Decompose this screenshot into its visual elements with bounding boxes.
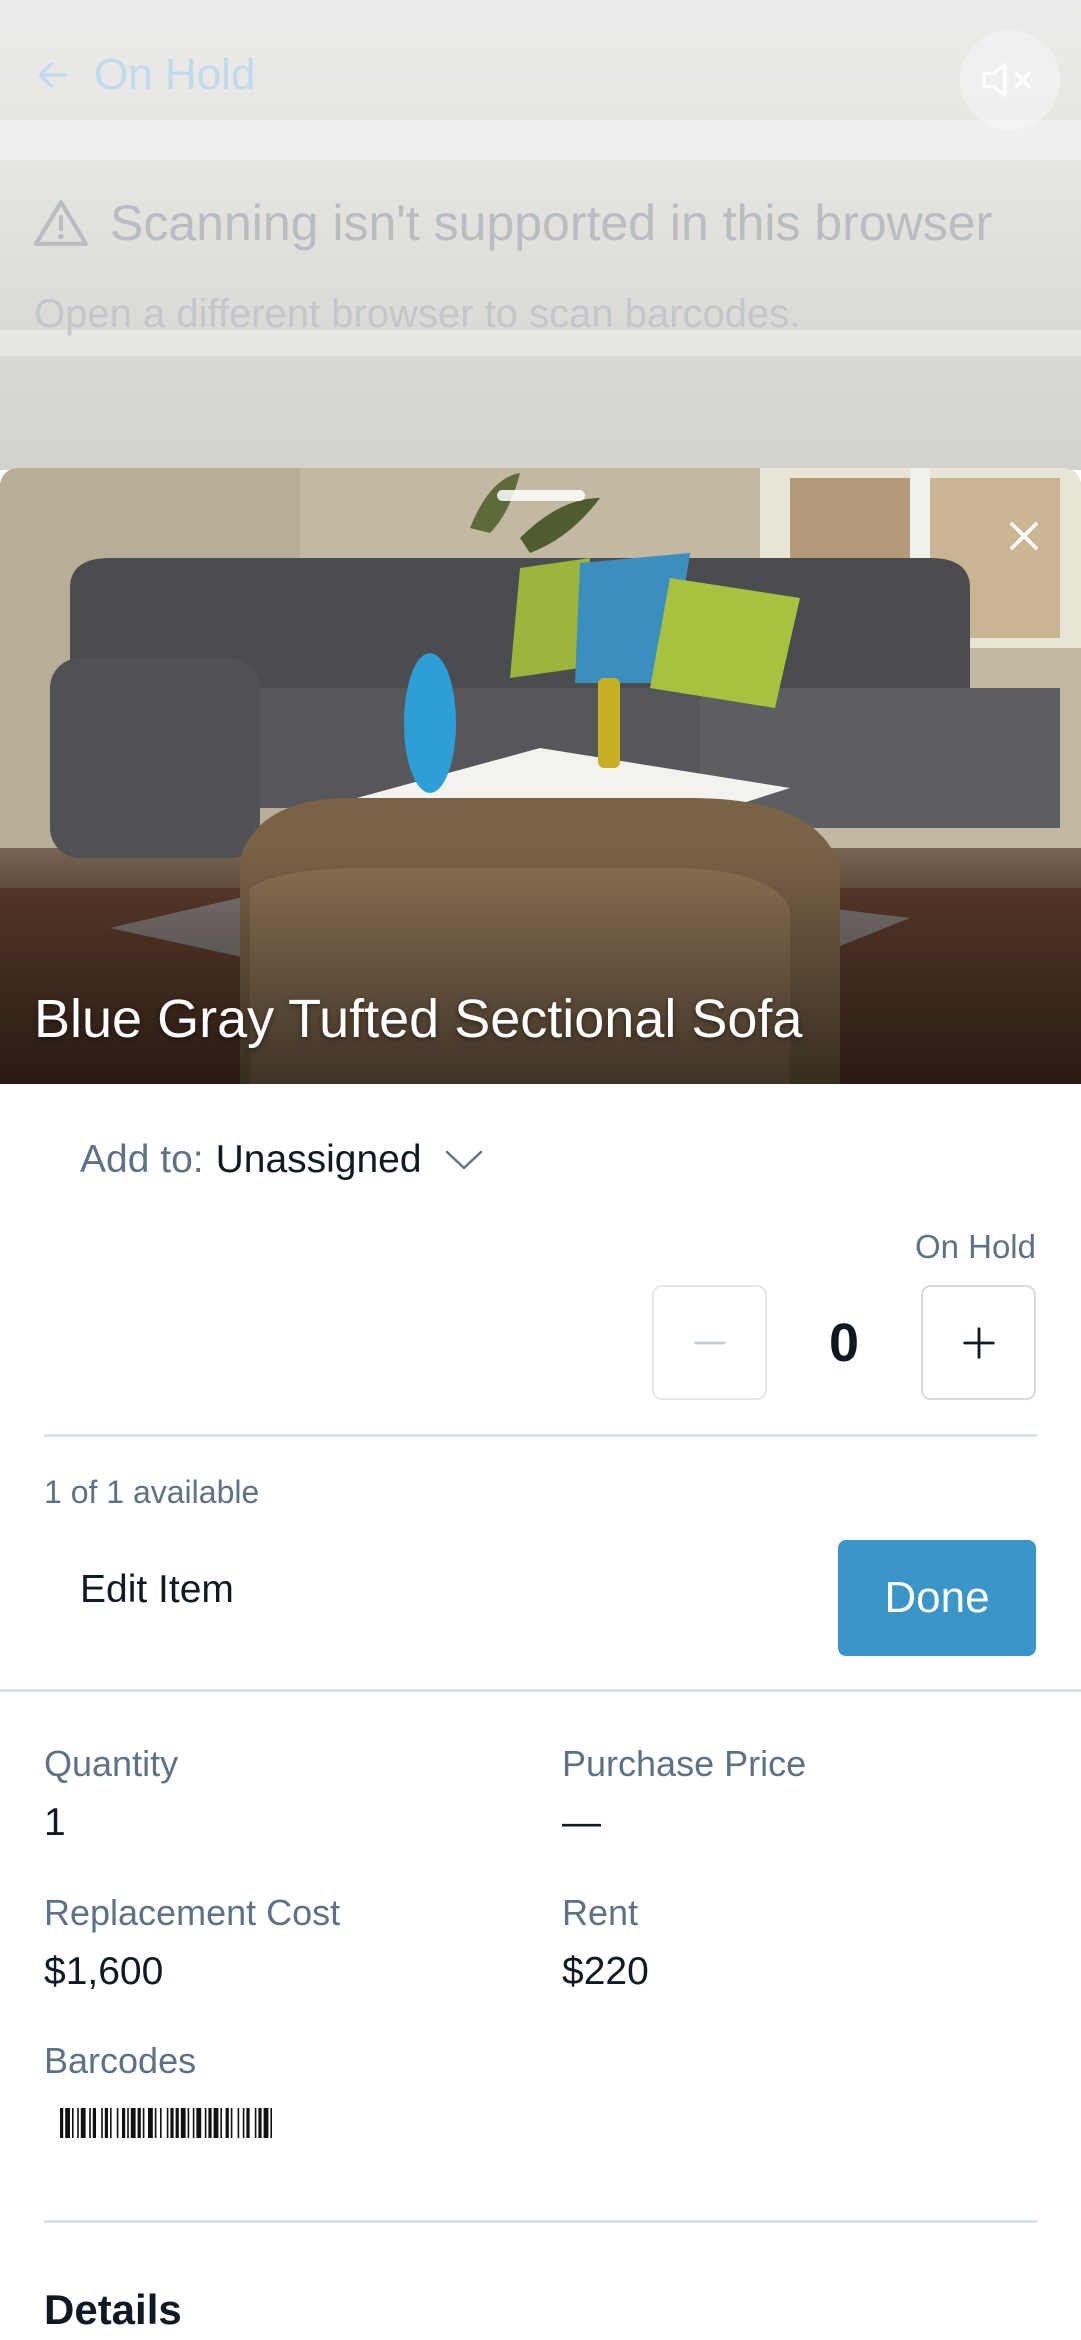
back-label: On Hold <box>94 50 256 99</box>
count-value: 0 <box>828 1312 860 1373</box>
chevron-down-icon <box>445 1150 482 1170</box>
purchase-price-label: Purchase Price <box>562 1743 807 1784</box>
arrow-left-icon <box>38 62 68 88</box>
add-to-value: Unassigned <box>215 1138 422 1181</box>
item-photo: Blue Gray Tufted Sectional Sofa <box>0 468 1081 1084</box>
warning-subtitle: Open a different browser to scan barcode… <box>34 292 801 336</box>
divider <box>44 1434 1037 1437</box>
sheet-drag-handle[interactable] <box>497 490 585 501</box>
minus-icon <box>693 1341 726 1344</box>
quantity-value: 1 <box>44 1801 66 1844</box>
rent-label: Rent <box>562 1892 639 1933</box>
availability-text: 1 of 1 available <box>44 1474 260 1510</box>
add-to-label: Add to: <box>80 1138 204 1181</box>
divider <box>0 1689 1081 1692</box>
increment-button[interactable] <box>921 1285 1036 1400</box>
scanner-warning: Scanning isn't supported in this browser <box>34 194 992 252</box>
details-heading: Details <box>44 2286 182 2333</box>
status-label: On Hold <box>914 1228 1036 1265</box>
add-to-dropdown[interactable]: Add to: Unassigned <box>80 1138 484 1182</box>
edit-item-link[interactable]: Edit Item <box>80 1568 234 1612</box>
purchase-price-value: — <box>562 1801 601 1844</box>
replacement-cost-value: $1,600 <box>44 1950 164 1993</box>
decrement-button[interactable] <box>652 1285 767 1400</box>
speaker-muted-icon <box>982 62 1031 98</box>
quantity-stepper: 0 <box>652 1285 1036 1400</box>
background-decoration <box>0 120 1081 160</box>
mute-button[interactable] <box>960 30 1060 130</box>
warning-icon <box>34 200 88 246</box>
done-button[interactable]: Done <box>838 1540 1036 1656</box>
divider <box>44 2220 1037 2223</box>
item-title: Blue Gray Tufted Sectional Sofa <box>34 989 803 1049</box>
warning-title: Scanning isn't supported in this browser <box>110 195 993 251</box>
quantity-label: Quantity <box>44 1743 179 1784</box>
item-sheet: Blue Gray Tufted Sectional Sofa Add to: … <box>0 468 1081 2340</box>
close-button[interactable] <box>996 508 1052 564</box>
replacement-cost-label: Replacement Cost <box>44 1892 341 1933</box>
back-link[interactable]: On Hold <box>34 50 255 100</box>
barcode-image <box>60 2108 272 2138</box>
close-icon <box>1010 522 1038 550</box>
plus-icon <box>962 1326 995 1359</box>
rent-value: $220 <box>562 1950 649 1993</box>
scanner-background: On Hold Scanning isn't supported in this… <box>0 0 1081 470</box>
barcodes-label: Barcodes <box>44 2040 197 2081</box>
